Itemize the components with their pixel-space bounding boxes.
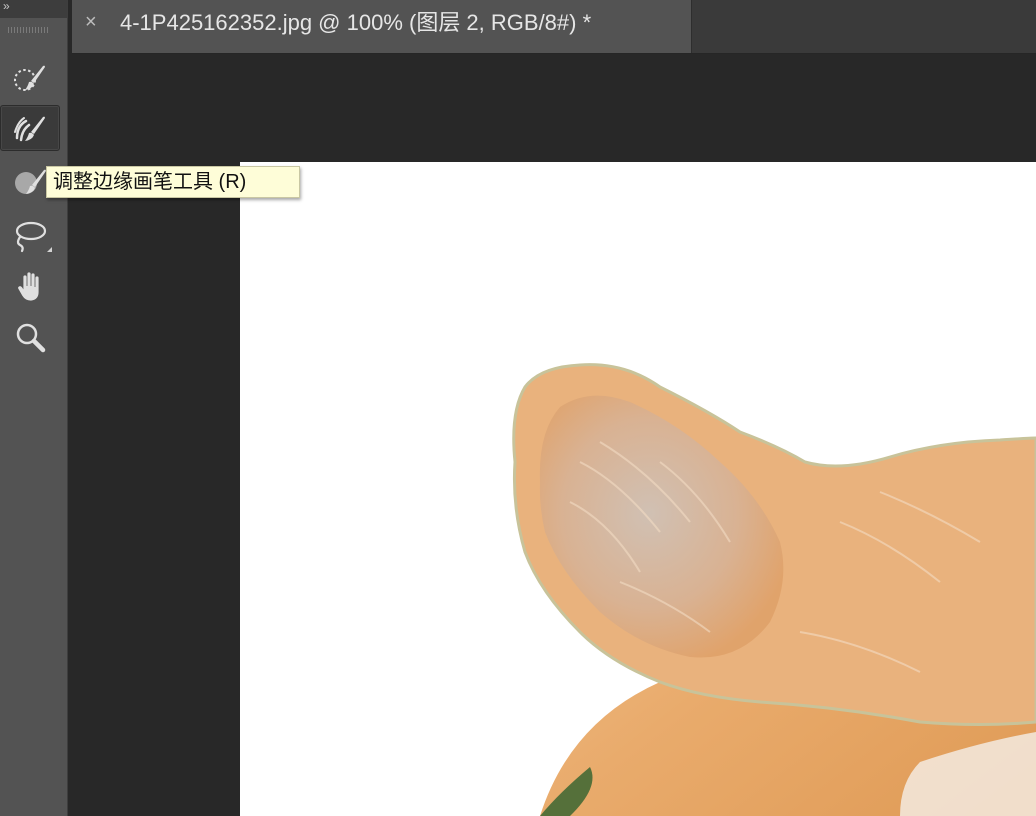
close-tab-icon[interactable]: × bbox=[85, 10, 97, 34]
zoom-tool-button[interactable] bbox=[0, 314, 60, 360]
quick-selection-brush-icon bbox=[14, 65, 45, 91]
tools-panel: » bbox=[0, 0, 68, 816]
tooltip-text: 调整边缘画笔工具 (R) bbox=[53, 171, 247, 193]
lasso-tool-button[interactable] bbox=[0, 212, 60, 258]
document-canvas[interactable] bbox=[240, 162, 1036, 816]
document-tab[interactable]: × 4-1P425162352.jpg @ 100% (图层 2, RGB/8#… bbox=[72, 0, 692, 53]
tools-panel-header: » bbox=[0, 0, 67, 18]
refine-edge-brush-icon bbox=[14, 116, 45, 142]
expand-panel-icon[interactable]: » bbox=[3, 0, 10, 13]
lasso-icon bbox=[15, 221, 47, 253]
tool-flyout-indicator bbox=[47, 247, 52, 252]
refine-edge-brush-tool-button[interactable] bbox=[0, 105, 60, 151]
brush-icon bbox=[15, 169, 46, 194]
corgi-ear-cutout-image bbox=[512, 363, 1036, 816]
document-tab-bar: × 4-1P425162352.jpg @ 100% (图层 2, RGB/8#… bbox=[72, 0, 1036, 54]
tool-tooltip: 调整边缘画笔工具 (R) bbox=[46, 166, 300, 198]
quick-selection-tool-button[interactable] bbox=[0, 54, 60, 100]
panel-grip[interactable] bbox=[8, 27, 48, 33]
document-tab-title: 4-1P425162352.jpg @ 100% (图层 2, RGB/8#) … bbox=[120, 10, 592, 35]
zoom-icon bbox=[16, 323, 46, 353]
hand-icon bbox=[17, 271, 40, 302]
hand-tool-button[interactable] bbox=[0, 263, 60, 309]
